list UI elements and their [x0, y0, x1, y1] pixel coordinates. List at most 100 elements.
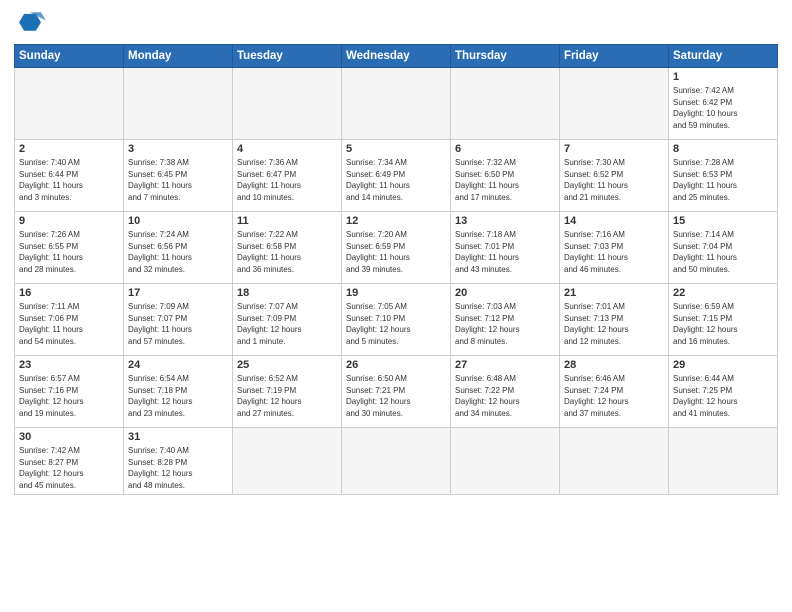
- day-info: Sunrise: 7:05 AM Sunset: 7:10 PM Dayligh…: [346, 301, 446, 347]
- day-cell: 25 Sunrise: 6:52 AM Sunset: 7:19 PM Dayli…: [233, 356, 342, 428]
- day-number: 27: [455, 359, 555, 371]
- day-info: Sunrise: 7:01 AM Sunset: 7:13 PM Dayligh…: [564, 301, 664, 347]
- day-number: 7: [564, 143, 664, 155]
- day-cell: [342, 428, 451, 495]
- day-number: 30: [19, 431, 119, 443]
- day-cell: [233, 428, 342, 495]
- day-cell: 20 Sunrise: 7:03 AM Sunset: 7:12 PM Dayli…: [451, 284, 560, 356]
- day-cell: 6 Sunrise: 7:32 AM Sunset: 6:50 PM Daylig…: [451, 140, 560, 212]
- day-info: Sunrise: 7:22 AM Sunset: 6:58 PM Dayligh…: [237, 229, 337, 275]
- weekday-header-saturday: Saturday: [669, 45, 778, 68]
- day-cell: 17Sunrise: 7:09 AM Sunset: 7:07 PM Dayli…: [124, 284, 233, 356]
- day-cell: 23 Sunrise: 6:57 AM Sunset: 7:16 PM Dayli…: [15, 356, 124, 428]
- day-info: Sunrise: 7:16 AM Sunset: 7:03 PM Dayligh…: [564, 229, 664, 275]
- day-info: Sunrise: 6:50 AM Sunset: 7:21 PM Dayligh…: [346, 373, 446, 419]
- day-number: 26: [346, 359, 446, 371]
- day-number: 5: [346, 143, 446, 155]
- day-cell: [15, 68, 124, 140]
- day-cell: 29 Sunrise: 6:44 AM Sunset: 7:25 PM Dayli…: [669, 356, 778, 428]
- day-number: 20: [455, 287, 555, 299]
- day-cell: 16Sunrise: 7:11 AM Sunset: 7:06 PM Dayli…: [15, 284, 124, 356]
- day-number: 12: [346, 215, 446, 227]
- day-info: Sunrise: 7:32 AM Sunset: 6:50 PM Dayligh…: [455, 157, 555, 203]
- day-number: 1: [673, 71, 773, 83]
- week-row-4: 23 Sunrise: 6:57 AM Sunset: 7:16 PM Dayli…: [15, 356, 778, 428]
- weekday-header-friday: Friday: [560, 45, 669, 68]
- weekday-header-monday: Monday: [124, 45, 233, 68]
- day-cell: 10Sunrise: 7:24 AM Sunset: 6:56 PM Dayli…: [124, 212, 233, 284]
- day-cell: 1 Sunrise: 7:42 AM Sunset: 6:42 PM Daylig…: [669, 68, 778, 140]
- day-cell: 12Sunrise: 7:20 AM Sunset: 6:59 PM Dayli…: [342, 212, 451, 284]
- day-cell: 2 Sunrise: 7:40 AM Sunset: 6:44 PM Daylig…: [15, 140, 124, 212]
- week-row-5: 30 Sunrise: 7:42 AM Sunset: 8:27 PM Dayli…: [15, 428, 778, 495]
- day-cell: [342, 68, 451, 140]
- day-number: 18: [237, 287, 337, 299]
- day-cell: 19 Sunrise: 7:05 AM Sunset: 7:10 PM Dayli…: [342, 284, 451, 356]
- day-cell: 26 Sunrise: 6:50 AM Sunset: 7:21 PM Dayli…: [342, 356, 451, 428]
- day-number: 9: [19, 215, 119, 227]
- day-cell: 21 Sunrise: 7:01 AM Sunset: 7:13 PM Dayli…: [560, 284, 669, 356]
- day-info: Sunrise: 7:09 AM Sunset: 7:07 PM Dayligh…: [128, 301, 228, 347]
- day-info: Sunrise: 7:03 AM Sunset: 7:12 PM Dayligh…: [455, 301, 555, 347]
- day-cell: 30 Sunrise: 7:42 AM Sunset: 8:27 PM Dayli…: [15, 428, 124, 495]
- day-cell: [124, 68, 233, 140]
- day-number: 23: [19, 359, 119, 371]
- day-number: 19: [346, 287, 446, 299]
- weekday-header-thursday: Thursday: [451, 45, 560, 68]
- day-info: Sunrise: 7:42 AM Sunset: 6:42 PM Dayligh…: [673, 85, 773, 131]
- day-info: Sunrise: 7:07 AM Sunset: 7:09 PM Dayligh…: [237, 301, 337, 347]
- day-cell: 9 Sunrise: 7:26 AM Sunset: 6:55 PM Daylig…: [15, 212, 124, 284]
- day-info: Sunrise: 7:14 AM Sunset: 7:04 PM Dayligh…: [673, 229, 773, 275]
- weekday-header-wednesday: Wednesday: [342, 45, 451, 68]
- day-cell: 22Sunrise: 6:59 AM Sunset: 7:15 PM Dayli…: [669, 284, 778, 356]
- day-cell: 28 Sunrise: 6:46 AM Sunset: 7:24 PM Dayli…: [560, 356, 669, 428]
- day-info: Sunrise: 7:34 AM Sunset: 6:49 PM Dayligh…: [346, 157, 446, 203]
- weekday-header-row: SundayMondayTuesdayWednesdayThursdayFrid…: [15, 45, 778, 68]
- day-number: 10: [128, 215, 228, 227]
- day-cell: [451, 428, 560, 495]
- calendar: SundayMondayTuesdayWednesdayThursdayFrid…: [14, 44, 778, 495]
- day-number: 4: [237, 143, 337, 155]
- day-number: 25: [237, 359, 337, 371]
- day-info: Sunrise: 7:28 AM Sunset: 6:53 PM Dayligh…: [673, 157, 773, 203]
- day-cell: 8Sunrise: 7:28 AM Sunset: 6:53 PM Daylig…: [669, 140, 778, 212]
- day-info: Sunrise: 7:38 AM Sunset: 6:45 PM Dayligh…: [128, 157, 228, 203]
- day-number: 22: [673, 287, 773, 299]
- week-row-0: 1 Sunrise: 7:42 AM Sunset: 6:42 PM Daylig…: [15, 68, 778, 140]
- day-cell: 14 Sunrise: 7:16 AM Sunset: 7:03 PM Dayli…: [560, 212, 669, 284]
- logo: [14, 10, 50, 38]
- day-info: Sunrise: 7:26 AM Sunset: 6:55 PM Dayligh…: [19, 229, 119, 275]
- day-cell: 11 Sunrise: 7:22 AM Sunset: 6:58 PM Dayli…: [233, 212, 342, 284]
- day-number: 15: [673, 215, 773, 227]
- day-cell: [451, 68, 560, 140]
- day-info: Sunrise: 7:36 AM Sunset: 6:47 PM Dayligh…: [237, 157, 337, 203]
- day-info: Sunrise: 6:48 AM Sunset: 7:22 PM Dayligh…: [455, 373, 555, 419]
- day-info: Sunrise: 7:40 AM Sunset: 8:28 PM Dayligh…: [128, 445, 228, 491]
- week-row-3: 16Sunrise: 7:11 AM Sunset: 7:06 PM Dayli…: [15, 284, 778, 356]
- day-number: 13: [455, 215, 555, 227]
- day-number: 3: [128, 143, 228, 155]
- day-number: 14: [564, 215, 664, 227]
- weekday-header-sunday: Sunday: [15, 45, 124, 68]
- day-info: Sunrise: 7:30 AM Sunset: 6:52 PM Dayligh…: [564, 157, 664, 203]
- day-info: Sunrise: 7:40 AM Sunset: 6:44 PM Dayligh…: [19, 157, 119, 203]
- day-cell: [560, 428, 669, 495]
- day-cell: 7 Sunrise: 7:30 AM Sunset: 6:52 PM Daylig…: [560, 140, 669, 212]
- day-number: 2: [19, 143, 119, 155]
- day-number: 28: [564, 359, 664, 371]
- day-cell: 3 Sunrise: 7:38 AM Sunset: 6:45 PM Daylig…: [124, 140, 233, 212]
- week-row-1: 2 Sunrise: 7:40 AM Sunset: 6:44 PM Daylig…: [15, 140, 778, 212]
- day-info: Sunrise: 6:52 AM Sunset: 7:19 PM Dayligh…: [237, 373, 337, 419]
- day-cell: 5 Sunrise: 7:34 AM Sunset: 6:49 PM Daylig…: [342, 140, 451, 212]
- day-info: Sunrise: 7:42 AM Sunset: 8:27 PM Dayligh…: [19, 445, 119, 491]
- week-row-2: 9 Sunrise: 7:26 AM Sunset: 6:55 PM Daylig…: [15, 212, 778, 284]
- day-number: 29: [673, 359, 773, 371]
- day-info: Sunrise: 6:54 AM Sunset: 7:18 PM Dayligh…: [128, 373, 228, 419]
- day-number: 21: [564, 287, 664, 299]
- day-info: Sunrise: 6:44 AM Sunset: 7:25 PM Dayligh…: [673, 373, 773, 419]
- day-number: 6: [455, 143, 555, 155]
- day-info: Sunrise: 6:46 AM Sunset: 7:24 PM Dayligh…: [564, 373, 664, 419]
- day-cell: 4 Sunrise: 7:36 AM Sunset: 6:47 PM Daylig…: [233, 140, 342, 212]
- day-info: Sunrise: 6:57 AM Sunset: 7:16 PM Dayligh…: [19, 373, 119, 419]
- day-number: 11: [237, 215, 337, 227]
